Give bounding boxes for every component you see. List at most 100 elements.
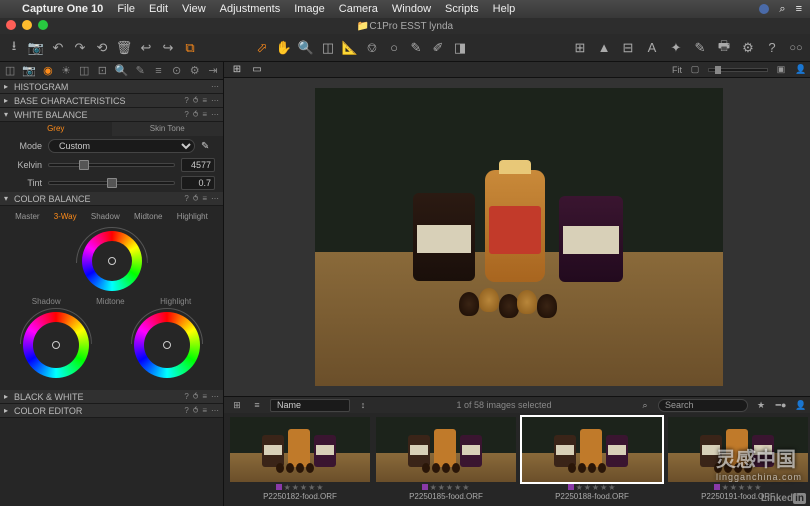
thumbnail[interactable]: ★★★★★ P2250191-food.ORF [668, 417, 808, 502]
color-tab-icon[interactable]: ◉ [42, 64, 54, 78]
cb-tab-shadow[interactable]: Shadow [91, 212, 120, 221]
kelvin-value[interactable]: 4577 [181, 158, 215, 172]
mode-select[interactable]: Custom [48, 139, 195, 153]
details-tab-icon[interactable]: 🔍 [114, 64, 128, 78]
trash-icon[interactable]: 🗑 [116, 40, 132, 56]
annotate-icon[interactable]: A [644, 40, 660, 56]
undo-icon[interactable]: ↩ [138, 40, 154, 56]
cb-tab-highlight[interactable]: Highlight [177, 212, 208, 221]
menu-image[interactable]: Image [294, 3, 325, 15]
ce-panel-header[interactable]: ▸COLOR EDITOR ?⥀≡⋯ [0, 404, 223, 418]
base-panel-header[interactable]: ▸BASE CHARACTERISTICS ?⥀≡⋯ [0, 94, 223, 108]
exposure-warning-icon[interactable]: ⊞ [572, 40, 588, 56]
crop-tab-icon[interactable]: ⊡ [96, 64, 108, 78]
sort-dropdown[interactable]: Name [270, 399, 350, 412]
capture-icon[interactable]: 📷 [28, 40, 44, 56]
browser-panel: ⊞ ≡ Name ↕ 1 of 58 images selected ⌕ Sea… [224, 396, 810, 506]
browser-list-icon[interactable]: ≡ [250, 398, 264, 412]
user-icon[interactable]: 👤 [794, 63, 808, 77]
menu-view[interactable]: View [182, 3, 206, 15]
search-icon: ⌕ [638, 398, 652, 412]
menu-window[interactable]: Window [392, 3, 431, 15]
help-icon[interactable]: ? [764, 40, 780, 56]
zoom-in-icon[interactable]: ▣ [774, 63, 788, 77]
browser-grid-icon[interactable]: ⊞ [230, 398, 244, 412]
view-mode-icon[interactable]: ○○ [788, 40, 804, 56]
copy-adjustments-icon[interactable]: ⧉ [182, 40, 198, 56]
menu-adjustments[interactable]: Adjustments [220, 3, 281, 15]
cb-wheel-highlight[interactable] [134, 312, 200, 378]
redo-icon[interactable]: ↪ [160, 40, 176, 56]
view-grid-icon[interactable]: ⊞ [230, 63, 244, 77]
view-single-icon[interactable]: ▭ [250, 63, 264, 77]
menubar-list-icon[interactable]: ≡ [796, 3, 802, 15]
edit-icon[interactable]: ✎ [692, 40, 708, 56]
browser-toolbar: ⊞ ≡ Name ↕ 1 of 58 images selected ⌕ Sea… [224, 397, 810, 413]
wb-tab-skin[interactable]: Skin Tone [112, 122, 224, 136]
import-icon[interactable]: ⭳ [6, 40, 22, 56]
reset-icon[interactable]: ⟲ [94, 40, 110, 56]
brush-icon[interactable]: ✎ [408, 40, 424, 56]
thumbnail[interactable]: ★★★★★ P2250188-food.ORF [522, 417, 662, 502]
cb-tab-midtone[interactable]: Midtone [134, 212, 162, 221]
crop-icon[interactable]: ◫ [320, 40, 336, 56]
size-slider-icon[interactable]: ━● [774, 398, 788, 412]
minimize-window-button[interactable] [22, 20, 32, 30]
zoom-tool-icon[interactable]: 🔍 [298, 40, 314, 56]
cb-wheel-shadow[interactable] [23, 312, 89, 378]
spot-icon[interactable]: ○ [386, 40, 402, 56]
cb-panel-header[interactable]: ▾COLOR BALANCE ?⥀≡⋯ [0, 192, 223, 206]
rotate-right-icon[interactable]: ↷ [72, 40, 88, 56]
exposure-tab-icon[interactable]: ☀ [60, 64, 72, 78]
thumbnail[interactable]: ★★★★★ P2250185-food.ORF [376, 417, 516, 502]
menu-scripts[interactable]: Scripts [445, 3, 479, 15]
zoom-slider[interactable] [708, 68, 768, 72]
app-menu[interactable]: Capture One 10 [22, 3, 103, 15]
menu-help[interactable]: Help [493, 3, 516, 15]
zoom-window-button[interactable] [38, 20, 48, 30]
cb-tab-3way[interactable]: 3-Way [54, 212, 77, 221]
library-tab-icon[interactable]: ◫ [4, 64, 16, 78]
bw-panel-header[interactable]: ▸BLACK & WHITE ?⥀≡⋯ [0, 390, 223, 404]
thumbnail[interactable]: ★★★★★ P2250182-food.ORF [230, 417, 370, 502]
batch-tab-icon[interactable]: ⚙ [189, 64, 201, 78]
hand-icon[interactable]: ✋ [276, 40, 292, 56]
eyedropper-icon[interactable]: ✐ [430, 40, 446, 56]
cb-tab-master[interactable]: Master [15, 212, 39, 221]
user2-icon[interactable]: 👤 [794, 398, 808, 412]
sort-dir-icon[interactable]: ↕ [356, 398, 370, 412]
menu-camera[interactable]: Camera [339, 3, 378, 15]
menu-edit[interactable]: Edit [149, 3, 168, 15]
gear-icon[interactable]: ⚙ [740, 40, 756, 56]
local-tab-icon[interactable]: ✎ [134, 64, 146, 78]
close-window-button[interactable] [6, 20, 16, 30]
menubar-search-icon[interactable]: ⌕ [779, 3, 785, 16]
keystone-icon[interactable]: ⎊ [364, 40, 380, 56]
lens-tab-icon[interactable]: ◫ [78, 64, 90, 78]
tint-slider[interactable] [48, 181, 175, 185]
straighten-icon[interactable]: 📐 [342, 40, 358, 56]
kelvin-slider[interactable] [48, 163, 175, 167]
rotate-left-icon[interactable]: ↶ [50, 40, 66, 56]
rating-filter-icon[interactable]: ★ [754, 398, 768, 412]
cb-wheel-master[interactable] [82, 231, 142, 291]
local-adjust-icon[interactable]: ◨ [452, 40, 468, 56]
cursor-icon[interactable]: ⬀ [254, 40, 270, 56]
tint-value[interactable]: 0.7 [181, 176, 215, 190]
pin-tab-icon[interactable]: ⇥ [207, 64, 219, 78]
histogram-panel-header[interactable]: ▸HISTOGRAM ⋯ [0, 80, 223, 94]
image-canvas[interactable] [224, 78, 810, 396]
metadata-tab-icon[interactable]: ≡ [152, 64, 164, 78]
wb-tab-grey[interactable]: Grey [0, 122, 112, 136]
menu-file[interactable]: File [117, 3, 135, 15]
zoom-out-icon[interactable]: ▢ [688, 63, 702, 77]
grid-icon[interactable]: ⊟ [620, 40, 636, 56]
print-icon[interactable]: 🖶 [716, 40, 732, 56]
wb-eyedropper-icon[interactable]: ✎ [201, 141, 215, 152]
proof-icon[interactable]: ▲ [596, 40, 612, 56]
wb-panel-header[interactable]: ▾WHITE BALANCE ?⥀≡⋯ [0, 108, 223, 122]
capture-tab-icon[interactable]: 📷 [22, 64, 36, 78]
output-tab-icon[interactable]: ⊙ [171, 64, 183, 78]
focus-mask-icon[interactable]: ✦ [668, 40, 684, 56]
search-input[interactable]: Search [658, 399, 748, 412]
